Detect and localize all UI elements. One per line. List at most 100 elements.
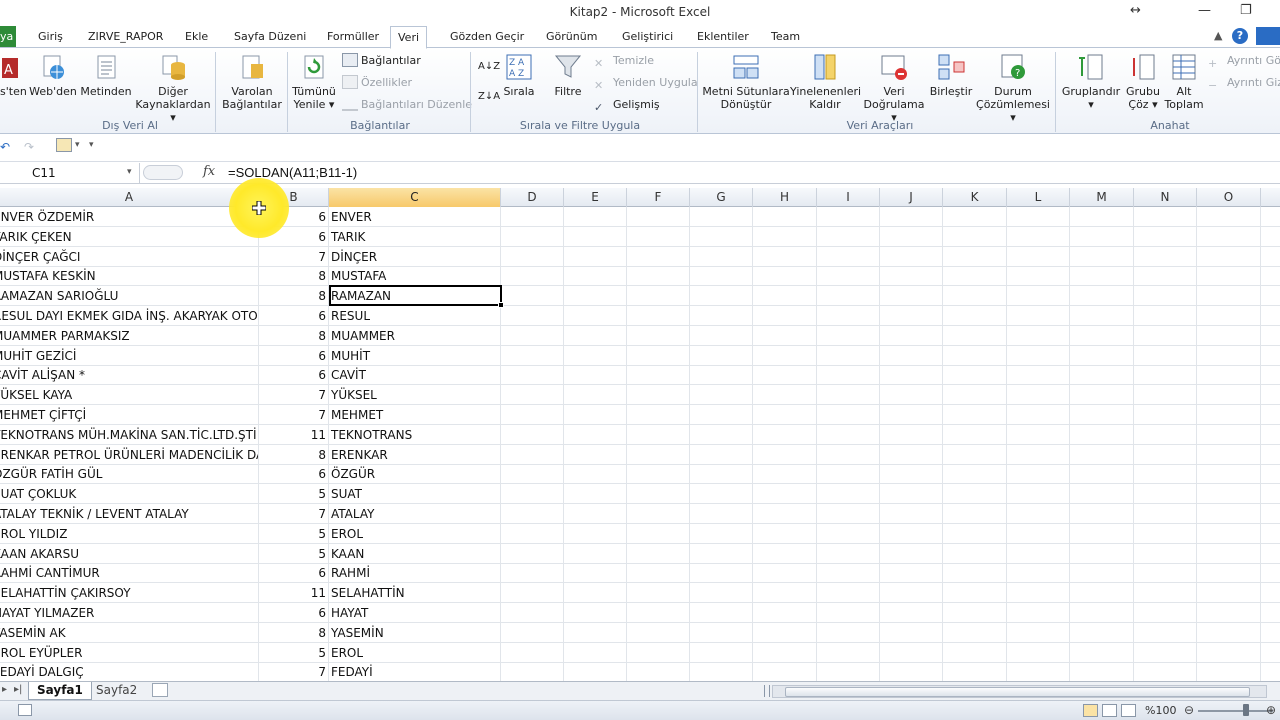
tab-ekle[interactable]: Ekle bbox=[185, 30, 208, 43]
empty-cell[interactable] bbox=[943, 246, 1007, 267]
empty-cell[interactable] bbox=[817, 325, 880, 346]
cell-b[interactable]: 11 bbox=[259, 424, 329, 445]
cell-c[interactable]: EROL bbox=[329, 642, 501, 663]
zoom-slider-thumb[interactable] bbox=[1243, 704, 1249, 716]
empty-cell[interactable] bbox=[1007, 484, 1070, 505]
cell-b[interactable]: 6 bbox=[259, 365, 329, 386]
empty-cell[interactable] bbox=[1007, 207, 1070, 227]
what-if-button[interactable]: ? Durum Çözümlemesi ▾ bbox=[976, 52, 1050, 124]
empty-cell[interactable] bbox=[1007, 226, 1070, 247]
empty-cell[interactable] bbox=[564, 325, 627, 346]
name-box-dropdown-icon[interactable]: ▾ bbox=[127, 167, 132, 177]
empty-cell[interactable] bbox=[627, 325, 690, 346]
empty-cell[interactable] bbox=[627, 622, 690, 643]
empty-cell[interactable] bbox=[690, 424, 753, 445]
empty-cell[interactable] bbox=[880, 286, 943, 307]
empty-cell[interactable] bbox=[1007, 444, 1070, 465]
col-header-h[interactable]: H bbox=[753, 188, 817, 207]
empty-cell[interactable] bbox=[943, 603, 1007, 623]
empty-cell[interactable] bbox=[943, 424, 1007, 445]
empty-cell[interactable] bbox=[690, 563, 753, 584]
empty-cell[interactable] bbox=[1007, 543, 1070, 564]
empty-cell[interactable] bbox=[817, 583, 880, 604]
tab-splitter[interactable] bbox=[764, 685, 770, 697]
empty-cell[interactable] bbox=[1070, 226, 1134, 247]
cell-a[interactable]: CAVİT ALİŞAN * bbox=[0, 365, 259, 386]
empty-cell[interactable] bbox=[564, 207, 627, 227]
cell-c[interactable]: MUSTAFA bbox=[329, 266, 501, 287]
page-break-view-icon[interactable] bbox=[1121, 704, 1136, 717]
empty-cell[interactable] bbox=[753, 603, 817, 623]
empty-cell[interactable] bbox=[943, 464, 1007, 485]
cell-c[interactable]: MEHMET bbox=[329, 405, 501, 425]
empty-cell[interactable] bbox=[1197, 405, 1261, 425]
empty-cell[interactable] bbox=[690, 662, 753, 681]
empty-cell[interactable] bbox=[564, 306, 627, 326]
empty-cell[interactable] bbox=[564, 405, 627, 425]
empty-cell[interactable] bbox=[753, 266, 817, 287]
empty-cell[interactable] bbox=[817, 484, 880, 505]
empty-cell[interactable] bbox=[753, 662, 817, 681]
tab-team[interactable]: Team bbox=[771, 30, 800, 43]
empty-cell[interactable] bbox=[880, 543, 943, 564]
empty-cell[interactable] bbox=[1197, 286, 1261, 307]
col-header-c[interactable]: C bbox=[329, 188, 501, 207]
cell-b[interactable]: 5 bbox=[259, 642, 329, 663]
empty-cell[interactable] bbox=[501, 207, 564, 227]
empty-cell[interactable] bbox=[880, 622, 943, 643]
zoom-level[interactable]: %100 bbox=[1145, 704, 1176, 717]
empty-cell[interactable] bbox=[817, 603, 880, 623]
properties-button[interactable]: Özellikler bbox=[342, 74, 412, 92]
empty-cell[interactable] bbox=[627, 266, 690, 287]
empty-cell[interactable] bbox=[627, 662, 690, 681]
empty-cell[interactable] bbox=[880, 405, 943, 425]
empty-cell[interactable] bbox=[880, 325, 943, 346]
cell-c[interactable]: DİNÇER bbox=[329, 246, 501, 267]
empty-cell[interactable] bbox=[564, 563, 627, 584]
empty-cell[interactable] bbox=[1134, 464, 1197, 485]
empty-cell[interactable] bbox=[1070, 266, 1134, 287]
empty-cell[interactable] bbox=[753, 306, 817, 326]
empty-cell[interactable] bbox=[880, 563, 943, 584]
empty-cell[interactable] bbox=[817, 424, 880, 445]
empty-cell[interactable] bbox=[753, 226, 817, 247]
cell-c[interactable]: MUHİT bbox=[329, 345, 501, 366]
empty-cell[interactable] bbox=[753, 385, 817, 406]
empty-cell[interactable] bbox=[1070, 365, 1134, 386]
cell-c[interactable]: EROL bbox=[329, 523, 501, 544]
empty-cell[interactable] bbox=[690, 365, 753, 386]
cell-a[interactable]: EROL YILDIZ bbox=[0, 523, 259, 544]
empty-cell[interactable] bbox=[1134, 622, 1197, 643]
cell-c[interactable]: MUAMMER bbox=[329, 325, 501, 346]
empty-cell[interactable] bbox=[501, 325, 564, 346]
empty-cell[interactable] bbox=[627, 464, 690, 485]
empty-cell[interactable] bbox=[564, 484, 627, 505]
empty-cell[interactable] bbox=[501, 405, 564, 425]
empty-cell[interactable] bbox=[880, 642, 943, 663]
empty-cell[interactable] bbox=[943, 306, 1007, 326]
empty-cell[interactable] bbox=[564, 543, 627, 564]
name-box[interactable]: C11 bbox=[0, 163, 140, 183]
empty-cell[interactable] bbox=[627, 484, 690, 505]
empty-cell[interactable] bbox=[1134, 365, 1197, 386]
empty-cell[interactable] bbox=[817, 523, 880, 544]
tab-giris[interactable]: Giriş bbox=[38, 30, 63, 43]
restore-button[interactable]: ❐ bbox=[1240, 3, 1252, 18]
reapply-button[interactable]: ✕ Yeniden Uygula bbox=[594, 74, 698, 92]
customize-qat-icon[interactable]: ▾ bbox=[89, 140, 94, 150]
empty-cell[interactable] bbox=[1007, 365, 1070, 386]
col-header-g[interactable]: G bbox=[690, 188, 753, 207]
empty-cell[interactable] bbox=[501, 603, 564, 623]
cell-a[interactable]: ÖZGÜR FATİH GÜL bbox=[0, 464, 259, 485]
empty-cell[interactable] bbox=[1197, 345, 1261, 366]
empty-cell[interactable] bbox=[817, 504, 880, 524]
cell-c[interactable]: YÜKSEL bbox=[329, 385, 501, 406]
empty-cell[interactable] bbox=[1134, 266, 1197, 287]
empty-cell[interactable] bbox=[1007, 424, 1070, 445]
ungroup-button[interactable]: Grubu Çöz ▾ bbox=[1124, 52, 1162, 111]
sort-asc-button[interactable]: A↓Z bbox=[478, 58, 500, 76]
empty-cell[interactable] bbox=[1197, 464, 1261, 485]
empty-cell[interactable] bbox=[627, 306, 690, 326]
empty-cell[interactable] bbox=[627, 207, 690, 227]
empty-cell[interactable] bbox=[1070, 345, 1134, 366]
